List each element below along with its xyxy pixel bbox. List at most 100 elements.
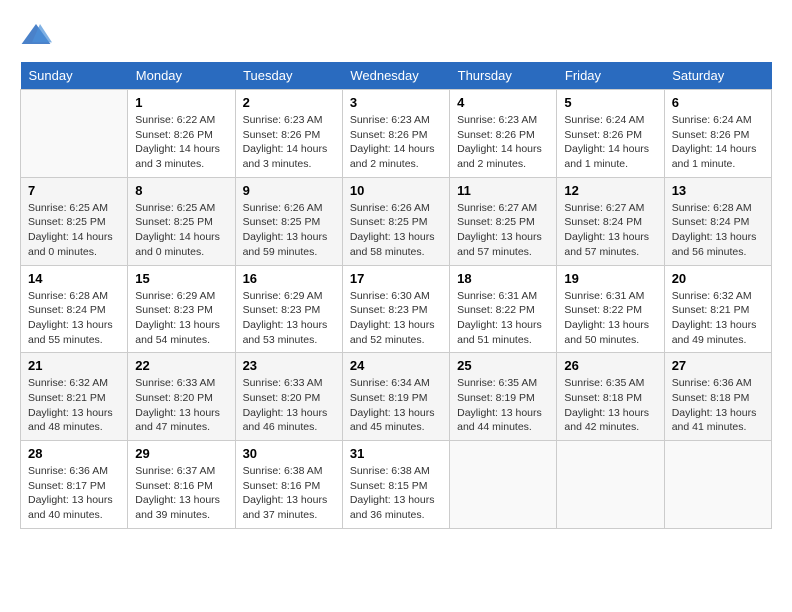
calendar-cell: 14Sunrise: 6:28 AM Sunset: 8:24 PM Dayli…	[21, 265, 128, 353]
day-info: Sunrise: 6:26 AM Sunset: 8:25 PM Dayligh…	[350, 201, 442, 260]
calendar-cell: 25 Sunrise: 6:35 AM Sunset: 8:19 PM Dayli…	[450, 353, 557, 441]
day-number: 22	[135, 358, 227, 373]
day-info: Sunrise: 6:33 AM Sunset: 8:20 PM Dayligh…	[243, 376, 335, 435]
calendar-cell: 24Sunrise: 6:34 AM Sunset: 8:19 PM Dayli…	[342, 353, 449, 441]
calendar-cell: 21 Sunrise: 6:32 AM Sunset: 8:21 PM Dayli…	[21, 353, 128, 441]
calendar-cell: 1 Sunrise: 6:22 AM Sunset: 8:26 PM Daylig…	[128, 90, 235, 178]
day-number: 13	[672, 183, 764, 198]
calendar-table: SundayMondayTuesdayWednesdayThursdayFrid…	[20, 62, 772, 529]
day-number: 20	[672, 271, 764, 286]
calendar-week-row: 14Sunrise: 6:28 AM Sunset: 8:24 PM Dayli…	[21, 265, 772, 353]
day-number: 5	[564, 95, 656, 110]
day-number: 24	[350, 358, 442, 373]
calendar-cell: 7 Sunrise: 6:25 AM Sunset: 8:25 PM Daylig…	[21, 177, 128, 265]
day-info: Sunrise: 6:27 AM Sunset: 8:24 PM Dayligh…	[564, 201, 656, 260]
day-info: Sunrise: 6:36 AM Sunset: 8:18 PM Dayligh…	[672, 376, 764, 435]
calendar-cell: 6 Sunrise: 6:24 AM Sunset: 8:26 PM Daylig…	[664, 90, 771, 178]
calendar-week-row: 28 Sunrise: 6:36 AM Sunset: 8:17 PM Dayli…	[21, 441, 772, 529]
logo-icon	[20, 20, 52, 52]
calendar-cell: 10 Sunrise: 6:26 AM Sunset: 8:25 PM Dayli…	[342, 177, 449, 265]
calendar-cell	[450, 441, 557, 529]
day-number: 27	[672, 358, 764, 373]
weekday-header-cell: Monday	[128, 62, 235, 90]
weekday-header-cell: Tuesday	[235, 62, 342, 90]
calendar-cell: 31Sunrise: 6:38 AM Sunset: 8:15 PM Dayli…	[342, 441, 449, 529]
day-info: Sunrise: 6:22 AM Sunset: 8:26 PM Dayligh…	[135, 113, 227, 172]
weekday-header-cell: Thursday	[450, 62, 557, 90]
day-info: Sunrise: 6:28 AM Sunset: 8:24 PM Dayligh…	[28, 289, 120, 348]
calendar-cell: 16Sunrise: 6:29 AM Sunset: 8:23 PM Dayli…	[235, 265, 342, 353]
day-info: Sunrise: 6:23 AM Sunset: 8:26 PM Dayligh…	[350, 113, 442, 172]
day-number: 26	[564, 358, 656, 373]
day-info: Sunrise: 6:25 AM Sunset: 8:25 PM Dayligh…	[28, 201, 120, 260]
day-number: 3	[350, 95, 442, 110]
day-info: Sunrise: 6:29 AM Sunset: 8:23 PM Dayligh…	[135, 289, 227, 348]
day-number: 17	[350, 271, 442, 286]
day-number: 23	[243, 358, 335, 373]
day-info: Sunrise: 6:24 AM Sunset: 8:26 PM Dayligh…	[672, 113, 764, 172]
day-number: 10	[350, 183, 442, 198]
calendar-cell: 13Sunrise: 6:28 AM Sunset: 8:24 PM Dayli…	[664, 177, 771, 265]
calendar-cell: 20Sunrise: 6:32 AM Sunset: 8:21 PM Dayli…	[664, 265, 771, 353]
day-number: 25	[457, 358, 549, 373]
calendar-cell: 17 Sunrise: 6:30 AM Sunset: 8:23 PM Dayli…	[342, 265, 449, 353]
calendar-cell: 23 Sunrise: 6:33 AM Sunset: 8:20 PM Dayli…	[235, 353, 342, 441]
day-info: Sunrise: 6:36 AM Sunset: 8:17 PM Dayligh…	[28, 464, 120, 523]
calendar-cell	[664, 441, 771, 529]
day-info: Sunrise: 6:35 AM Sunset: 8:19 PM Dayligh…	[457, 376, 549, 435]
calendar-cell: 12 Sunrise: 6:27 AM Sunset: 8:24 PM Dayli…	[557, 177, 664, 265]
day-number: 1	[135, 95, 227, 110]
calendar-week-row: 21 Sunrise: 6:32 AM Sunset: 8:21 PM Dayli…	[21, 353, 772, 441]
day-info: Sunrise: 6:38 AM Sunset: 8:16 PM Dayligh…	[243, 464, 335, 523]
day-number: 28	[28, 446, 120, 461]
day-info: Sunrise: 6:25 AM Sunset: 8:25 PM Dayligh…	[135, 201, 227, 260]
day-number: 11	[457, 183, 549, 198]
day-number: 21	[28, 358, 120, 373]
day-number: 19	[564, 271, 656, 286]
calendar-cell: 8 Sunrise: 6:25 AM Sunset: 8:25 PM Daylig…	[128, 177, 235, 265]
calendar-cell: 4 Sunrise: 6:23 AM Sunset: 8:26 PM Daylig…	[450, 90, 557, 178]
day-info: Sunrise: 6:32 AM Sunset: 8:21 PM Dayligh…	[28, 376, 120, 435]
weekday-header-row: SundayMondayTuesdayWednesdayThursdayFrid…	[21, 62, 772, 90]
day-info: Sunrise: 6:31 AM Sunset: 8:22 PM Dayligh…	[457, 289, 549, 348]
day-number: 30	[243, 446, 335, 461]
day-number: 4	[457, 95, 549, 110]
day-number: 6	[672, 95, 764, 110]
calendar-cell: 18Sunrise: 6:31 AM Sunset: 8:22 PM Dayli…	[450, 265, 557, 353]
day-info: Sunrise: 6:23 AM Sunset: 8:26 PM Dayligh…	[243, 113, 335, 172]
calendar-cell: 28 Sunrise: 6:36 AM Sunset: 8:17 PM Dayli…	[21, 441, 128, 529]
calendar-cell: 29 Sunrise: 6:37 AM Sunset: 8:16 PM Dayli…	[128, 441, 235, 529]
calendar-cell: 2 Sunrise: 6:23 AM Sunset: 8:26 PM Daylig…	[235, 90, 342, 178]
calendar-cell: 27 Sunrise: 6:36 AM Sunset: 8:18 PM Dayli…	[664, 353, 771, 441]
calendar-cell: 30 Sunrise: 6:38 AM Sunset: 8:16 PM Dayli…	[235, 441, 342, 529]
day-info: Sunrise: 6:24 AM Sunset: 8:26 PM Dayligh…	[564, 113, 656, 172]
day-number: 31	[350, 446, 442, 461]
calendar-cell: 15Sunrise: 6:29 AM Sunset: 8:23 PM Dayli…	[128, 265, 235, 353]
calendar-cell	[21, 90, 128, 178]
day-number: 8	[135, 183, 227, 198]
day-number: 29	[135, 446, 227, 461]
weekday-header-cell: Sunday	[21, 62, 128, 90]
day-info: Sunrise: 6:30 AM Sunset: 8:23 PM Dayligh…	[350, 289, 442, 348]
calendar-week-row: 7 Sunrise: 6:25 AM Sunset: 8:25 PM Daylig…	[21, 177, 772, 265]
page-header	[20, 20, 772, 52]
day-number: 7	[28, 183, 120, 198]
weekday-header-cell: Wednesday	[342, 62, 449, 90]
day-info: Sunrise: 6:35 AM Sunset: 8:18 PM Dayligh…	[564, 376, 656, 435]
day-info: Sunrise: 6:29 AM Sunset: 8:23 PM Dayligh…	[243, 289, 335, 348]
logo	[20, 20, 58, 52]
calendar-cell: 5 Sunrise: 6:24 AM Sunset: 8:26 PM Daylig…	[557, 90, 664, 178]
calendar-cell	[557, 441, 664, 529]
calendar-cell: 22 Sunrise: 6:33 AM Sunset: 8:20 PM Dayli…	[128, 353, 235, 441]
day-info: Sunrise: 6:31 AM Sunset: 8:22 PM Dayligh…	[564, 289, 656, 348]
day-info: Sunrise: 6:23 AM Sunset: 8:26 PM Dayligh…	[457, 113, 549, 172]
day-info: Sunrise: 6:37 AM Sunset: 8:16 PM Dayligh…	[135, 464, 227, 523]
day-info: Sunrise: 6:33 AM Sunset: 8:20 PM Dayligh…	[135, 376, 227, 435]
day-number: 2	[243, 95, 335, 110]
day-number: 12	[564, 183, 656, 198]
calendar-cell: 11Sunrise: 6:27 AM Sunset: 8:25 PM Dayli…	[450, 177, 557, 265]
calendar-cell: 3 Sunrise: 6:23 AM Sunset: 8:26 PM Daylig…	[342, 90, 449, 178]
weekday-header-cell: Saturday	[664, 62, 771, 90]
day-number: 9	[243, 183, 335, 198]
weekday-header-cell: Friday	[557, 62, 664, 90]
